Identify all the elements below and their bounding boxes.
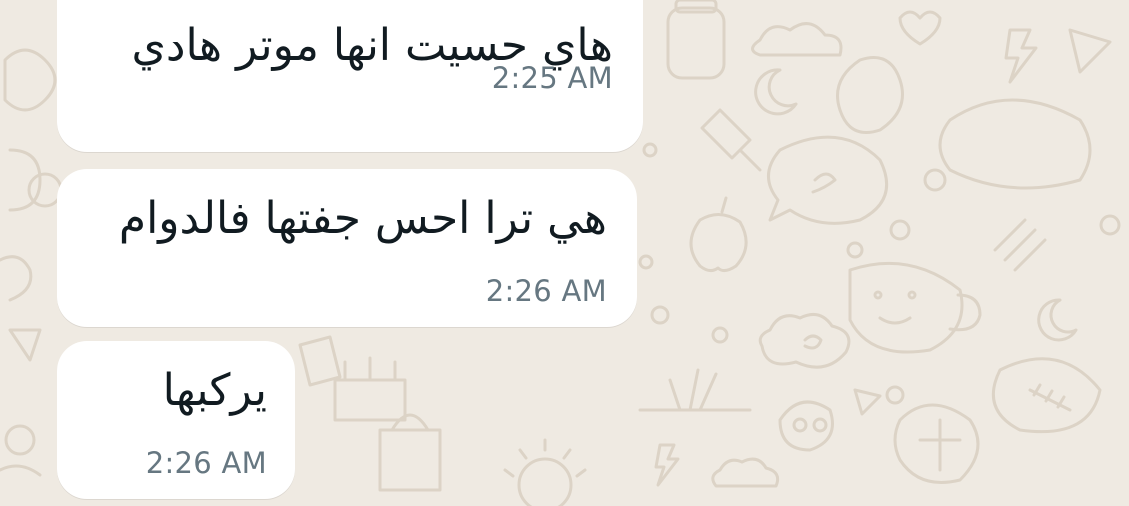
message-timestamp: 2:26 AM <box>145 446 267 480</box>
message-bubble[interactable]: يركبها 2:26 AM <box>57 341 295 499</box>
message-timestamp: 2:26 AM <box>485 274 607 308</box>
message-timestamp: 2:25 AM <box>491 61 613 95</box>
message-text: هي ترا احس جفتها فالدوام <box>118 193 607 244</box>
chat-message-list[interactable]: هاي حسيت انها موتر هادي 2:25 AM هي ترا ا… <box>0 0 1129 506</box>
message-text: يركبها <box>162 365 267 416</box>
message-bubble[interactable]: هي ترا احس جفتها فالدوام 2:26 AM <box>57 169 637 327</box>
message-bubble[interactable]: هاي حسيت انها موتر هادي 2:25 AM <box>57 0 643 152</box>
